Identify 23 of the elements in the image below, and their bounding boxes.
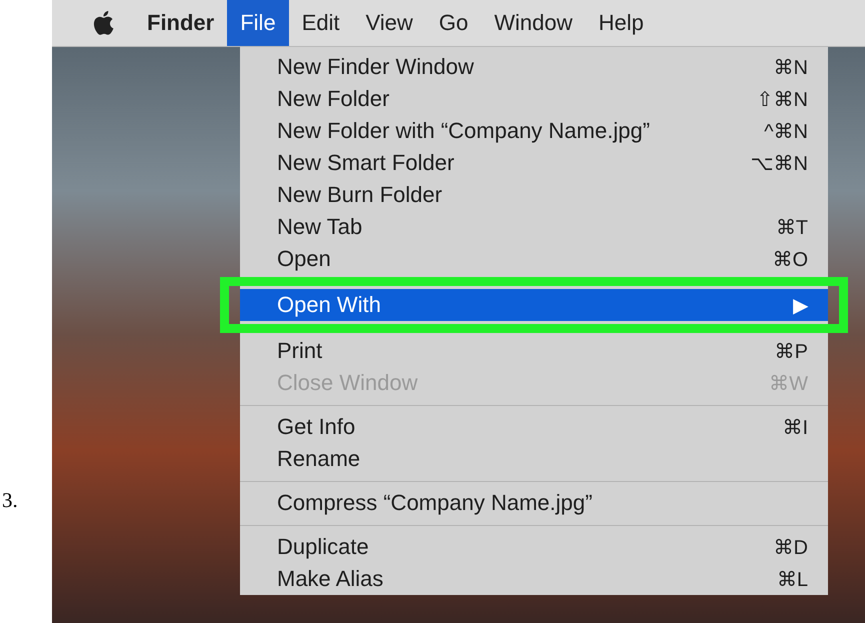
step-number: 3. xyxy=(2,488,18,513)
menu-item[interactable]: Print ⌘P xyxy=(240,335,828,367)
apple-logo-icon[interactable] xyxy=(92,10,114,36)
menu-item[interactable]: Make Alias ⌘L xyxy=(240,563,828,595)
menu-item[interactable]: Get Info ⌘I xyxy=(240,411,828,443)
menu-item[interactable]: New Smart Folder ⌥⌘N xyxy=(240,147,828,179)
menu-bar-item[interactable]: Window xyxy=(481,0,586,46)
menu-item[interactable]: New Finder Window ⌘N xyxy=(240,51,828,83)
menu-item[interactable]: Open With ▶ xyxy=(240,289,828,321)
menu-bar-item[interactable]: Edit xyxy=(288,0,353,46)
menu-bar-item[interactable]: File xyxy=(227,0,289,46)
menu-bar-item[interactable]: View xyxy=(352,0,426,46)
menu-item[interactable]: Duplicate ⌘D xyxy=(240,531,828,563)
menu-item[interactable]: Open ⌘O xyxy=(240,243,828,275)
menu-bar-item[interactable]: Go xyxy=(426,0,482,46)
menu-item[interactable]: New Folder with “Company Name.jpg” ^⌘N xyxy=(240,115,828,147)
menu-item[interactable]: New Burn Folder xyxy=(240,179,828,211)
menu-item[interactable]: New Tab ⌘T xyxy=(240,211,828,243)
menu-item[interactable]: Rename xyxy=(240,443,828,475)
menu-bar-item[interactable]: Finder xyxy=(134,0,228,46)
menu-item[interactable]: Compress “Company Name.jpg” xyxy=(240,487,828,519)
menu-item[interactable]: New Folder ⇧⌘N xyxy=(240,83,828,115)
menu-bar-item[interactable]: Help xyxy=(586,0,657,46)
